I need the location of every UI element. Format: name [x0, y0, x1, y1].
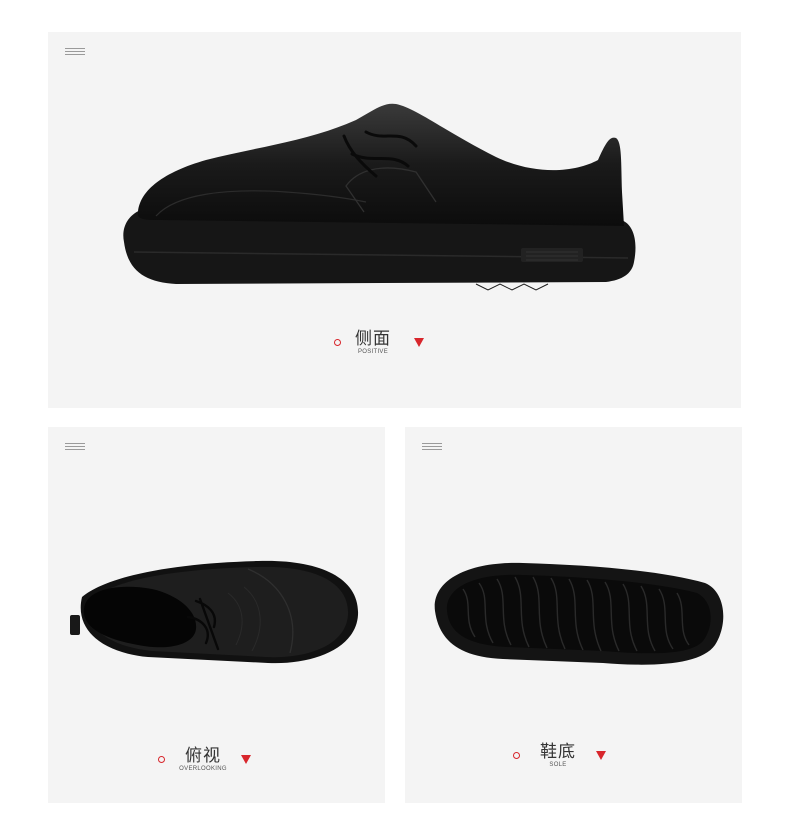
- circle-icon: [158, 756, 165, 763]
- view-subtitle: OVERLOOKING: [179, 766, 227, 772]
- hamburger-icon: [65, 48, 85, 58]
- sole-view-panel: 鞋底 SOLE: [405, 427, 742, 803]
- view-subtitle: SOLE: [549, 762, 567, 768]
- shoe-top-image: [70, 560, 359, 664]
- side-view-panel: 侧面 POSITIVE: [48, 32, 741, 408]
- view-subtitle: POSITIVE: [357, 349, 389, 355]
- view-title: 鞋底: [540, 742, 576, 762]
- hamburger-icon: [422, 443, 442, 453]
- top-view-panel: 俯视 OVERLOOKING: [48, 427, 385, 803]
- circle-icon: [513, 752, 520, 759]
- shoe-sole-image: [434, 562, 724, 665]
- down-triangle-icon: [414, 338, 424, 347]
- shoe-side-image: [123, 103, 636, 291]
- circle-icon: [334, 339, 341, 346]
- down-triangle-icon: [596, 751, 606, 760]
- down-triangle-icon: [241, 755, 251, 764]
- view-title: 侧面: [355, 329, 391, 349]
- view-title: 俯视: [185, 746, 221, 766]
- hamburger-icon: [65, 443, 85, 453]
